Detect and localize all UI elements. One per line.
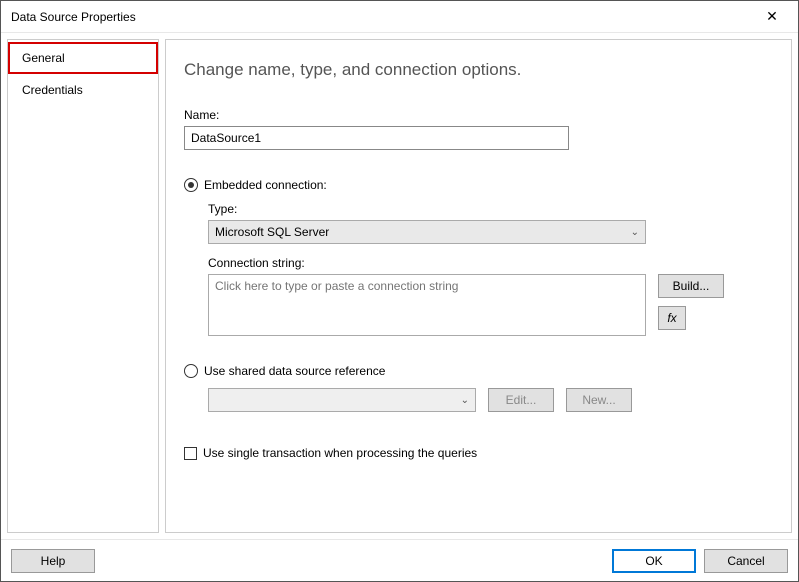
help-button[interactable]: Help <box>11 549 95 573</box>
dialog-window: Data Source Properties ✕ General Credent… <box>0 0 799 582</box>
name-input[interactable] <box>184 126 569 150</box>
content-panel: Change name, type, and connection option… <box>165 39 792 533</box>
chevron-down-icon: ⌄ <box>461 395 469 406</box>
type-label: Type: <box>208 202 773 216</box>
shared-section: ⌄ Edit... New... <box>208 388 773 412</box>
dialog-footer: Help OK Cancel <box>1 539 798 581</box>
embedded-radio-row[interactable]: Embedded connection: <box>184 178 773 192</box>
shared-radio-label: Use shared data source reference <box>204 364 385 378</box>
type-select[interactable]: Microsoft SQL Server ⌄ <box>208 220 646 244</box>
close-icon: ✕ <box>766 8 778 25</box>
shared-select: ⌄ <box>208 388 476 412</box>
new-button: New... <box>566 388 632 412</box>
footer-right: OK Cancel <box>612 549 788 573</box>
nav-item-credentials[interactable]: Credentials <box>8 74 158 106</box>
embedded-section: Type: Microsoft SQL Server ⌄ Connection … <box>208 202 773 336</box>
dialog-title: Data Source Properties <box>11 10 136 24</box>
single-tx-checkbox[interactable] <box>184 447 197 460</box>
new-button-label: New... <box>582 393 615 407</box>
edit-button: Edit... <box>488 388 554 412</box>
fx-button-label: fx <box>667 311 676 325</box>
cancel-button[interactable]: Cancel <box>704 549 788 573</box>
shared-radio[interactable] <box>184 364 198 378</box>
edit-button-label: Edit... <box>506 393 537 407</box>
page-heading: Change name, type, and connection option… <box>184 60 773 80</box>
name-label: Name: <box>184 108 773 122</box>
nav-item-label: General <box>22 51 65 65</box>
chevron-down-icon: ⌄ <box>631 227 639 238</box>
build-button-label: Build... <box>673 279 710 293</box>
conn-string-input[interactable] <box>208 274 646 336</box>
conn-string-label: Connection string: <box>208 256 773 270</box>
help-button-label: Help <box>41 554 66 568</box>
close-button[interactable]: ✕ <box>752 3 792 31</box>
ok-button-label: OK <box>645 554 662 568</box>
nav-item-label: Credentials <box>22 83 83 97</box>
shared-radio-row[interactable]: Use shared data source reference <box>184 364 773 378</box>
nav-item-general[interactable]: General <box>8 42 158 74</box>
conn-string-row: Build... fx <box>208 274 773 336</box>
single-tx-label: Use single transaction when processing t… <box>203 446 477 460</box>
titlebar: Data Source Properties ✕ <box>1 1 798 33</box>
embedded-radio[interactable] <box>184 178 198 192</box>
cancel-button-label: Cancel <box>727 554 764 568</box>
fx-button[interactable]: fx <box>658 306 686 330</box>
type-select-value: Microsoft SQL Server <box>215 225 329 239</box>
ok-button[interactable]: OK <box>612 549 696 573</box>
build-button[interactable]: Build... <box>658 274 724 298</box>
conn-side-buttons: Build... fx <box>658 274 724 330</box>
nav-panel: General Credentials <box>7 39 159 533</box>
single-tx-row[interactable]: Use single transaction when processing t… <box>184 446 773 460</box>
dialog-body: General Credentials Change name, type, a… <box>1 33 798 539</box>
embedded-radio-label: Embedded connection: <box>204 178 327 192</box>
